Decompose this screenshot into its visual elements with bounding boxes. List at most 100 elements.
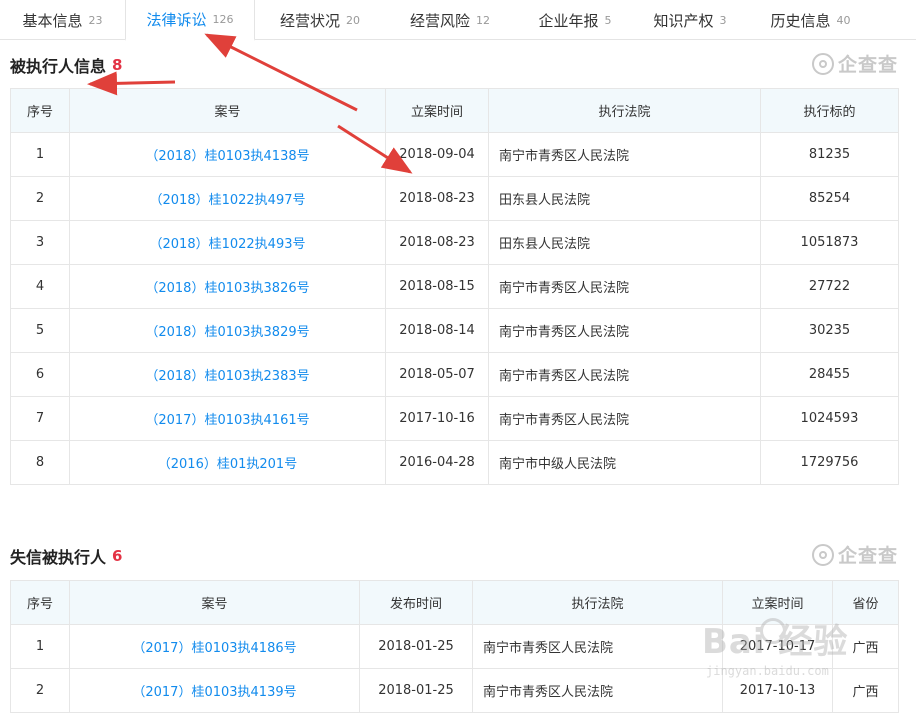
section-count-badge: 6 <box>112 547 123 565</box>
table-cell: 广西 <box>832 624 899 669</box>
table-cell: 2018-08-15 <box>385 264 489 309</box>
table-cell: 2018-05-07 <box>385 352 489 397</box>
brand-logo: 企查查 <box>811 50 898 77</box>
tab-count: 12 <box>476 13 490 27</box>
table-cell: 2018-08-23 <box>385 220 489 265</box>
case-number-link[interactable]: （2018）桂1022执497号 <box>150 193 306 208</box>
column-header: 立案时间 <box>722 580 833 625</box>
table-cell: （2017）桂0103执4186号 <box>69 624 360 669</box>
column-header: 执行法院 <box>472 580 723 625</box>
table-cell: 2 <box>10 176 70 221</box>
table-row: 5 （2018）桂0103执3829号 2018-08-14 南宁市青秀区人民法院 30… <box>10 308 899 353</box>
table-cell: 2018-08-23 <box>385 176 489 221</box>
dishonest-table: 序号 案号 发布时间 执行法院 立案时间 省份 1 （2017）桂0103执4186号 201… <box>10 580 899 713</box>
tab-5[interactable]: 企业年报 5 <box>515 0 635 40</box>
table-cell: 南宁市青秀区人民法院 <box>488 308 761 353</box>
table-row: 8 （2016）桂01执201号 2016-04-28 南宁市中级人民法院 172975… <box>10 440 899 485</box>
table-row: 1 （2018）桂0103执4138号 2018-09-04 南宁市青秀区人民法院 81… <box>10 132 899 177</box>
table-cell: 30235 <box>760 308 899 353</box>
tab-7[interactable]: 历史信息 40 <box>745 0 876 40</box>
table-row: 6 （2018）桂0103执2383号 2018-05-07 南宁市青秀区人民法院 28… <box>10 352 899 397</box>
case-number-link[interactable]: （2018）桂0103执3829号 <box>145 325 309 340</box>
table-cell: （2016）桂01执201号 <box>69 440 386 485</box>
column-header: 立案时间 <box>385 88 489 133</box>
case-number-link[interactable]: （2016）桂01执201号 <box>158 457 297 472</box>
table-cell: 2017-10-13 <box>722 668 833 713</box>
tab-count: 23 <box>88 13 103 27</box>
tab-label: 经营风险 <box>409 11 470 30</box>
table-cell: 4 <box>10 264 70 309</box>
table-cell: 7 <box>10 396 70 441</box>
case-number-link[interactable]: （2017）桂0103执4161号 <box>145 413 309 428</box>
section-title-executed: 被执行人信息 8 <box>10 53 122 77</box>
tab-label: 基本信息 <box>22 11 83 30</box>
case-number-link[interactable]: （2017）桂0103执4139号 <box>132 685 296 700</box>
table-cell: （2018）桂0103执2383号 <box>69 352 386 397</box>
table-row: 4 （2018）桂0103执3826号 2018-08-15 南宁市青秀区人民法院 27… <box>10 264 899 309</box>
table-row: 1 （2017）桂0103执4186号 2018-01-25 南宁市青秀区人民法院 20… <box>10 624 899 669</box>
table-cell: 1729756 <box>760 440 899 485</box>
table-cell: 南宁市青秀区人民法院 <box>488 264 761 309</box>
table-cell: 1051873 <box>760 220 899 265</box>
column-header: 执行标的 <box>760 88 899 133</box>
tab-label: 法律诉讼 <box>146 11 207 29</box>
table-cell: 81235 <box>760 132 899 177</box>
table-cell: 2018-09-04 <box>385 132 489 177</box>
table-cell: 3 <box>10 220 70 265</box>
tab-count: 40 <box>836 13 851 27</box>
table-cell: 8 <box>10 440 70 485</box>
brand-logo: 企查查 <box>811 541 898 568</box>
tab-6[interactable]: 知识产权 3 <box>635 0 745 40</box>
table-cell: 田东县人民法院 <box>488 176 761 221</box>
case-number-link[interactable]: （2018）桂1022执493号 <box>150 237 306 252</box>
table-cell: 6 <box>10 352 70 397</box>
tab-label: 经营状况 <box>279 11 340 30</box>
tab-label: 历史信息 <box>770 11 831 30</box>
tab-bar: 基本信息 23 法律诉讼 126 经营状况 20 经营风险 12 企业年报 5 知识产权 3 历史信息 4… <box>0 0 916 41</box>
tab-1[interactable]: 基本信息 23 <box>0 0 125 40</box>
table-cell: 5 <box>10 308 70 353</box>
table-cell: 2017-10-17 <box>722 624 833 669</box>
column-header: 案号 <box>69 88 386 133</box>
tab-2[interactable]: 法律诉讼 126 <box>125 0 255 41</box>
table-cell: 广西 <box>832 668 899 713</box>
tab-label: 企业年报 <box>538 11 599 30</box>
column-header: 案号 <box>69 580 360 625</box>
case-number-link[interactable]: （2018）桂0103执3826号 <box>145 281 309 296</box>
executed-table: 序号 案号 立案时间 执行法院 执行标的 1 （2018）桂0103执4138号 2018-… <box>10 88 899 485</box>
tab-count: 20 <box>346 13 360 27</box>
brand-text: 企查查 <box>837 545 898 567</box>
tab-label: 知识产权 <box>653 11 714 30</box>
table-cell: 南宁市青秀区人民法院 <box>472 624 723 669</box>
table-row: 7 （2017）桂0103执4161号 2017-10-16 南宁市青秀区人民法院 10… <box>10 396 899 441</box>
tab-count: 3 <box>719 13 727 27</box>
column-header: 序号 <box>10 580 70 625</box>
brand-text: 企查查 <box>837 54 898 76</box>
table-cell: 28455 <box>760 352 899 397</box>
column-header: 序号 <box>10 88 70 133</box>
column-header: 省份 <box>832 580 899 625</box>
table-cell: 2017-10-16 <box>385 396 489 441</box>
tab-4[interactable]: 经营风险 12 <box>385 0 515 40</box>
case-number-link[interactable]: （2018）桂0103执4138号 <box>145 149 309 164</box>
table-cell: 2 <box>10 668 70 713</box>
case-number-link[interactable]: （2017）桂0103执4186号 <box>132 641 296 656</box>
table-row: 2 （2017）桂0103执4139号 2018-01-25 南宁市青秀区人民法院 20… <box>10 668 899 713</box>
table-cell: （2018）桂0103执3829号 <box>69 308 386 353</box>
tab-3[interactable]: 经营状况 20 <box>255 0 385 40</box>
section-title-text: 被执行人信息 <box>10 57 107 76</box>
column-header: 执行法院 <box>488 88 761 133</box>
section-count-badge: 8 <box>112 56 123 74</box>
table-cell: 1 <box>10 132 70 177</box>
table-row: 2 （2018）桂1022执497号 2018-08-23 田东县人民法院 85254 <box>10 176 899 221</box>
case-number-link[interactable]: （2018）桂0103执2383号 <box>145 369 309 384</box>
table-cell: 2018-01-25 <box>359 668 473 713</box>
table-cell: 2016-04-28 <box>385 440 489 485</box>
table-cell: 2018-08-14 <box>385 308 489 353</box>
table-cell: 2018-01-25 <box>359 624 473 669</box>
table-cell: （2018）桂0103执3826号 <box>69 264 386 309</box>
table-cell: 1024593 <box>760 396 899 441</box>
table-cell: （2017）桂0103执4139号 <box>69 668 360 713</box>
table-cell: 田东县人民法院 <box>488 220 761 265</box>
table-cell: （2017）桂0103执4161号 <box>69 396 386 441</box>
